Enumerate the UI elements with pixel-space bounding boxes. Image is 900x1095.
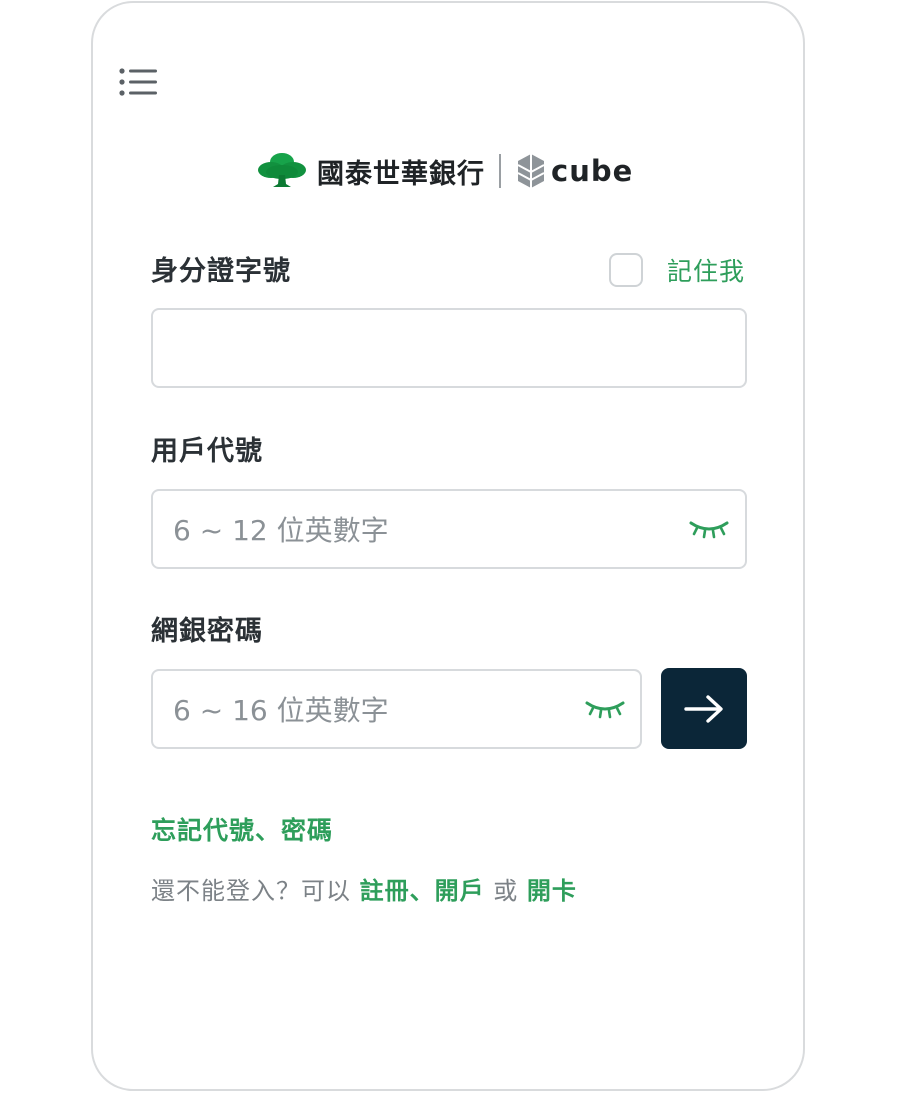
register-link[interactable]: 註冊 bbox=[360, 877, 410, 905]
user-code-label: 用戶代號 bbox=[151, 436, 263, 467]
user-code-field-box bbox=[151, 489, 747, 569]
login-submit-button[interactable] bbox=[661, 668, 747, 749]
phone-frame: 國泰世華銀行 cube 身分證字號 記住我 用戶代號 網銀密碼 bbox=[91, 1, 805, 1091]
menu-icon bbox=[119, 68, 157, 96]
id-number-label: 身分證字號 bbox=[151, 256, 291, 287]
bank-name: 國泰世華銀行 bbox=[317, 158, 485, 190]
user-code-input[interactable] bbox=[171, 491, 675, 569]
id-number-input[interactable] bbox=[171, 310, 735, 388]
activate-card-link[interactable]: 開卡 bbox=[527, 877, 577, 905]
signup-help-line: 還不能登入？可以 註冊、開戶 或 開卡 bbox=[151, 871, 577, 906]
brand-divider bbox=[499, 154, 501, 188]
password-label: 網銀密碼 bbox=[151, 616, 263, 647]
password-field-box bbox=[151, 669, 642, 749]
forgot-credentials-link[interactable]: 忘記代號、密碼 bbox=[151, 811, 333, 847]
remember-me-checkbox[interactable] bbox=[608, 253, 643, 287]
link-separator: 、 bbox=[409, 877, 435, 905]
remember-me-toggle[interactable]: 記住我 bbox=[608, 250, 745, 290]
arrow-right-icon bbox=[684, 694, 723, 723]
brand-logo: 國泰世華銀行 cube bbox=[257, 148, 633, 194]
help-prefix-text: 還不能登入？可以 bbox=[151, 877, 360, 905]
open-account-link[interactable]: 開戶 bbox=[435, 877, 485, 905]
or-text: 或 bbox=[484, 877, 527, 905]
id-number-field-box bbox=[151, 308, 747, 388]
eye-closed-icon[interactable] bbox=[585, 695, 625, 723]
app-name: cube bbox=[551, 154, 634, 188]
tree-logo-icon bbox=[258, 153, 306, 187]
menu-button[interactable] bbox=[117, 63, 161, 103]
remember-me-label: 記住我 bbox=[666, 257, 745, 286]
cube-logo-icon bbox=[517, 154, 545, 188]
password-input[interactable] bbox=[171, 671, 575, 749]
eye-closed-icon[interactable] bbox=[689, 515, 729, 543]
